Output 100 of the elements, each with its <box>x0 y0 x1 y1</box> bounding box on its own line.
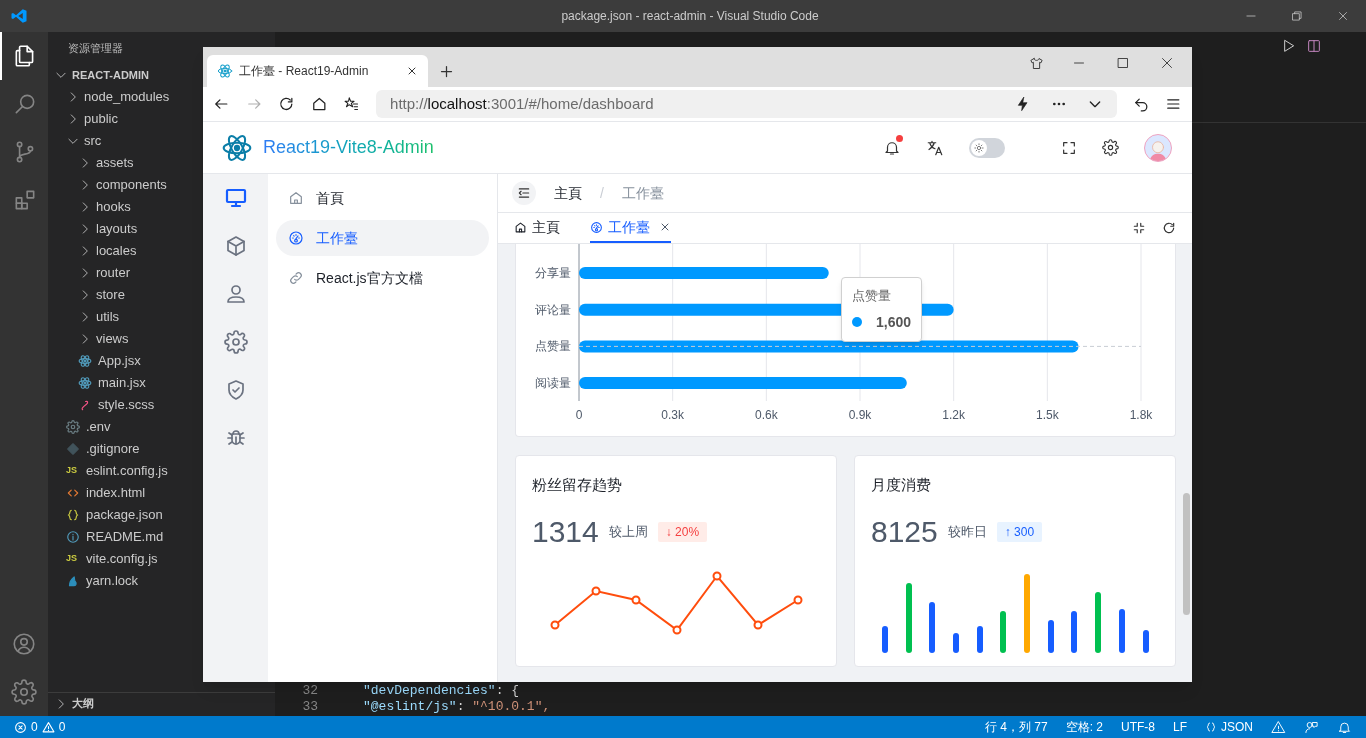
category-label: 阅读量 <box>535 376 571 391</box>
exit-fullscreen-icon[interactable] <box>1132 221 1146 235</box>
tree-item[interactable]: style.scss <box>48 394 159 416</box>
shirt-icon[interactable] <box>1029 55 1044 71</box>
home-icon[interactable] <box>310 95 328 113</box>
scrollbar-thumb[interactable] <box>1183 493 1190 615</box>
tooltip-value: 1,600 <box>876 312 912 332</box>
tree-item[interactable]: package.json <box>48 504 167 526</box>
browser-tab[interactable]: 工作臺 - React19-Admin <box>207 55 428 87</box>
close-icon[interactable] <box>659 221 671 233</box>
error-icon <box>14 720 27 734</box>
home-icon <box>514 220 527 234</box>
tree-item[interactable]: node_modules <box>48 86 174 108</box>
tree-item[interactable]: README.md <box>48 526 168 548</box>
page-tab[interactable]: 主頁 <box>514 213 560 243</box>
translate-icon[interactable] <box>926 138 944 157</box>
card-title: 月度消费 <box>871 475 932 495</box>
dashboard-icon <box>590 220 603 234</box>
tree-item[interactable]: REACT-ADMIN <box>48 64 153 86</box>
info-file-icon <box>66 530 80 544</box>
braces-icon <box>1205 721 1217 733</box>
tree-item[interactable]: utils <box>48 306 124 328</box>
tick-label: 0.9k <box>848 408 872 422</box>
reload-icon[interactable] <box>1162 221 1176 235</box>
line-number: 32 <box>301 683 318 699</box>
language-status[interactable]: JSON <box>1205 718 1253 736</box>
status-item[interactable]: 空格: 2 <box>1065 718 1103 736</box>
tree-item[interactable]: components <box>48 174 171 196</box>
tree-item[interactable]: App.jsx <box>48 350 145 372</box>
dashboard-icon <box>288 230 304 246</box>
favorites-icon[interactable] <box>343 95 361 113</box>
line-number: 33 <box>301 699 318 715</box>
diamond-file-icon <box>66 442 80 456</box>
close-icon[interactable] <box>406 65 418 77</box>
indent-icon <box>517 186 531 200</box>
tree-item[interactable]: yarn.lock <box>48 570 143 592</box>
status-item[interactable]: UTF-8 <box>1120 718 1155 736</box>
warning-icon <box>41 720 55 734</box>
menu-item[interactable]: React.js官方文檔 <box>276 260 489 296</box>
breadcrumb-separator: / <box>600 183 604 203</box>
tree-item[interactable]: public <box>48 108 122 130</box>
tree-item[interactable]: router <box>48 262 134 284</box>
tick-label: 1.8k <box>1129 408 1153 422</box>
category-label: 评论量 <box>535 302 571 317</box>
menu-item[interactable]: 首頁 <box>276 180 489 216</box>
fullscreen-icon[interactable] <box>1061 139 1077 156</box>
feedback-icon[interactable] <box>1304 719 1319 735</box>
trend-badge: ↓ 20% <box>657 521 708 542</box>
split-editor-icon[interactable] <box>1306 38 1322 54</box>
warning-icon[interactable] <box>1271 719 1286 735</box>
sun-icon <box>974 142 984 153</box>
vscode-logo-icon <box>10 7 28 25</box>
tick-label: 1.2k <box>942 408 965 422</box>
tree-item[interactable]: main.jsx <box>48 372 150 394</box>
gear-file-icon <box>66 420 80 434</box>
tree-item[interactable]: JS vite.config.js <box>48 548 162 570</box>
tree-item[interactable]: store <box>48 284 129 306</box>
stat-value: 8125 <box>871 514 938 549</box>
js-file-icon: JS <box>66 464 82 478</box>
tree-item[interactable]: index.html <box>48 482 150 504</box>
code-line: "devDependencies": { <box>363 683 520 699</box>
code-line: "@eslint/js": "^10.0.1", <box>363 699 551 715</box>
category-label: 分享量 <box>535 266 571 280</box>
tree-item[interactable]: .env <box>48 416 115 438</box>
tree-item[interactable]: .gitignore <box>48 438 144 460</box>
menu-item[interactable]: 工作臺 <box>276 220 489 256</box>
explorer-title: 资源管理器 <box>68 40 123 56</box>
tick-label: 0 <box>575 408 583 422</box>
reload-icon[interactable] <box>278 95 295 113</box>
account-icon[interactable] <box>11 631 37 657</box>
braces-file-icon <box>66 508 80 522</box>
stat-value: 1314 <box>532 514 599 549</box>
tick-label: 1.5k <box>1036 408 1059 422</box>
category-label: 点赞量 <box>535 339 571 354</box>
settings-icon[interactable] <box>1102 139 1119 156</box>
link-icon <box>288 270 304 286</box>
tree-item[interactable]: layouts <box>48 218 142 240</box>
breadcrumb-item[interactable]: 主頁 <box>554 182 582 204</box>
react-file-icon <box>78 376 92 390</box>
status-item[interactable]: LF <box>1172 718 1187 736</box>
tree-item[interactable]: hooks <box>48 196 135 218</box>
tree-item[interactable]: JS eslint.config.js <box>48 460 172 482</box>
react-file-icon <box>78 354 92 368</box>
new-tab-icon[interactable] <box>438 63 454 79</box>
tooltip-title: 点赞量 <box>852 287 892 305</box>
status-item[interactable]: 行 4，列 77 <box>984 718 1048 736</box>
outline-section[interactable]: 大纲 <box>48 692 275 714</box>
trend-badge: ↑ 300 <box>996 521 1043 542</box>
card-title: 粉丝留存趋势 <box>532 475 623 495</box>
bar[interactable] <box>579 377 907 390</box>
monitor-icon[interactable] <box>223 186 248 210</box>
collapse-button[interactable] <box>512 181 536 205</box>
tree-item[interactable]: views <box>48 328 133 350</box>
tree-item[interactable]: locales <box>48 240 141 262</box>
theme-toggle[interactable] <box>969 137 1005 158</box>
tick-label: 0.3k <box>661 408 684 422</box>
problems-status[interactable]: 0 0 <box>0 718 66 736</box>
restore-icon[interactable] <box>1290 9 1304 23</box>
tree-item[interactable]: src <box>48 130 106 152</box>
tree-item[interactable]: assets <box>48 152 138 174</box>
